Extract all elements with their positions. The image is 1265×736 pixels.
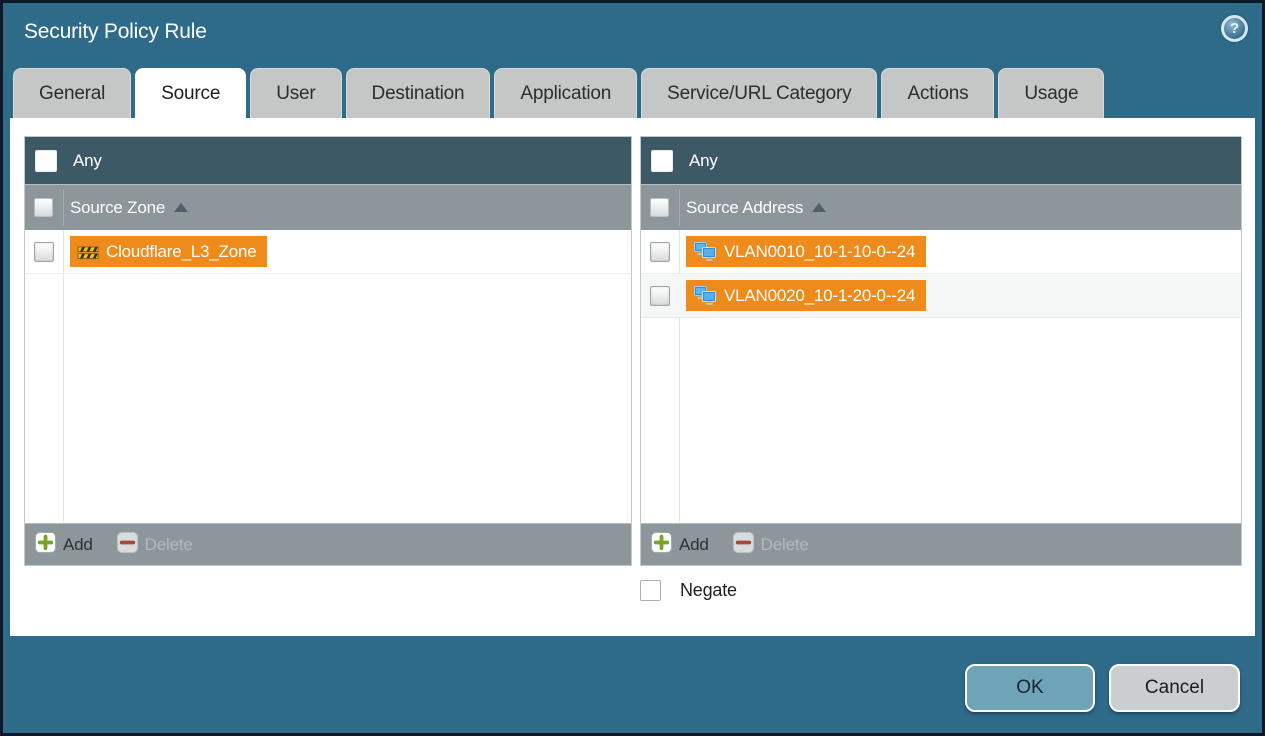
dialog-footer: OK Cancel <box>3 636 1262 733</box>
negate-row: Negate <box>640 580 737 601</box>
tab-service-url-category[interactable]: Service/URL Category <box>641 68 878 118</box>
source-zone-any-header: Any <box>25 137 631 184</box>
address-icon <box>693 286 717 305</box>
source-zone-list: Cloudflare_L3_Zone <box>25 230 631 523</box>
zone-tag[interactable]: Cloudflare_L3_Zone <box>70 236 268 267</box>
negate-label: Negate <box>680 580 737 600</box>
column-separator <box>679 189 680 226</box>
add-button-label: Add <box>63 534 93 554</box>
tab-user[interactable]: User <box>250 68 342 118</box>
sort-ascending-icon <box>812 203 827 212</box>
cancel-button[interactable]: Cancel <box>1109 664 1240 712</box>
negate-checkbox[interactable] <box>640 580 661 601</box>
source-address-list: VLAN0010_10-1-10-0--24 VLAN0020_10-1-20-… <box>641 230 1241 523</box>
address-tag-label: VLAN0020_10-1-20-0--24 <box>724 285 916 305</box>
source-address-panel: Any Source Address VLAN0010_10-1-10-0--2… <box>640 136 1242 566</box>
column-separator <box>63 189 64 226</box>
add-icon <box>35 531 56 558</box>
address-tag[interactable]: VLAN0010_10-1-10-0--24 <box>686 236 927 267</box>
tab-bar: General Source User Destination Applicat… <box>13 68 1252 118</box>
source-address-any-label: Any <box>689 150 718 170</box>
table-row: VLAN0020_10-1-20-0--24 <box>641 274 1241 318</box>
add-button-label: Add <box>679 534 709 554</box>
delete-icon <box>732 531 754 558</box>
address-tag-label: VLAN0010_10-1-10-0--24 <box>724 241 916 261</box>
add-icon <box>651 531 672 558</box>
security-policy-rule-dialog: Security Policy Rule ? General Source Us… <box>0 0 1265 736</box>
source-zone-any-label: Any <box>73 150 102 170</box>
tab-usage[interactable]: Usage <box>998 68 1105 118</box>
address-icon <box>693 242 717 261</box>
row-checkbox[interactable] <box>650 285 670 306</box>
source-address-select-all-checkbox[interactable] <box>650 198 669 217</box>
source-address-any-header: Any <box>641 137 1241 184</box>
source-address-column-header[interactable]: Source Address <box>641 184 1241 230</box>
table-row: Cloudflare_L3_Zone <box>25 230 631 274</box>
tab-destination[interactable]: Destination <box>345 68 491 118</box>
zone-tag-label: Cloudflare_L3_Zone <box>106 241 257 261</box>
page-title: Security Policy Rule <box>24 20 207 43</box>
address-tag[interactable]: VLAN0020_10-1-20-0--24 <box>686 280 927 311</box>
help-glyph: ? <box>1230 20 1239 37</box>
delete-icon <box>116 531 138 558</box>
row-checkbox[interactable] <box>34 241 54 262</box>
source-zone-any-checkbox[interactable] <box>35 149 57 172</box>
source-zone-column-label: Source Zone <box>70 197 166 217</box>
source-zone-select-all-checkbox[interactable] <box>34 198 53 217</box>
delete-button-label: Delete <box>760 534 809 554</box>
delete-button-label: Delete <box>144 534 193 554</box>
row-checkbox[interactable] <box>650 241 670 262</box>
help-icon[interactable]: ? <box>1221 15 1248 42</box>
add-button[interactable]: Add <box>35 531 93 558</box>
zone-icon <box>77 243 99 261</box>
tab-actions[interactable]: Actions <box>881 68 995 118</box>
delete-button[interactable]: Delete <box>732 531 809 558</box>
delete-button[interactable]: Delete <box>116 531 193 558</box>
source-address-column-label: Source Address <box>686 197 804 217</box>
table-row: VLAN0010_10-1-10-0--24 <box>641 230 1241 274</box>
source-address-footer: Add Delete <box>641 523 1241 565</box>
tab-source[interactable]: Source <box>135 68 247 118</box>
source-tab-content: Any Source Zone Cloudflare_L3_Zone Add D… <box>10 118 1255 636</box>
add-button[interactable]: Add <box>651 531 709 558</box>
source-address-any-checkbox[interactable] <box>651 149 673 172</box>
source-zone-panel: Any Source Zone Cloudflare_L3_Zone Add D… <box>24 136 632 566</box>
title-bar: Security Policy Rule ? <box>3 3 1262 65</box>
tab-general[interactable]: General <box>13 68 132 118</box>
ok-button[interactable]: OK <box>965 664 1095 712</box>
source-zone-column-header[interactable]: Source Zone <box>25 184 631 230</box>
source-zone-footer: Add Delete <box>25 523 631 565</box>
tab-application[interactable]: Application <box>494 68 638 118</box>
sort-ascending-icon <box>174 203 189 212</box>
